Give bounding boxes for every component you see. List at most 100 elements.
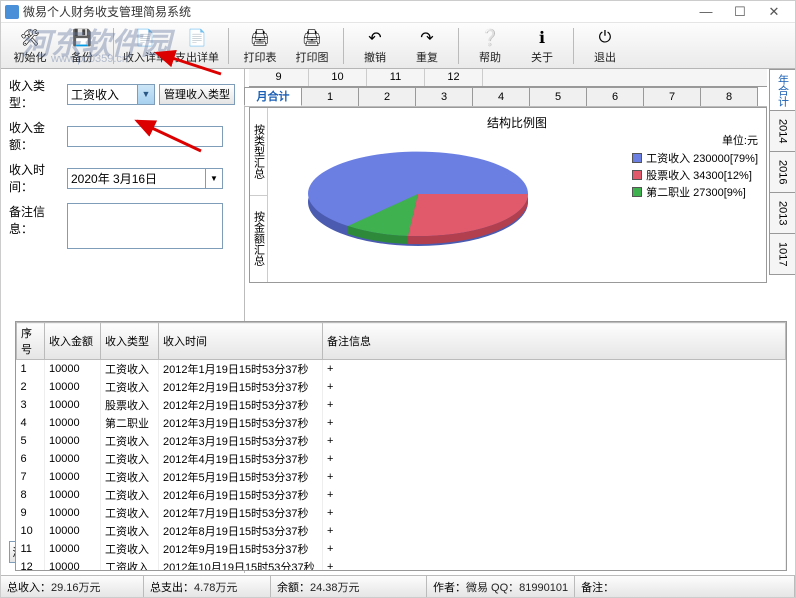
total-expense-value: 4.78万元 [194,579,264,595]
income-type-value: 工资收入 [71,88,119,102]
redo-icon: ↷ [416,28,438,48]
print-table-button[interactable]: 🖨打印表 [235,25,285,67]
help-button[interactable]: ❔帮助 [465,25,515,67]
year-tab-2013[interactable]: 2013 [769,192,795,234]
table-row[interactable]: 110000工资收入2012年1月19日15时53分37秒+ [17,360,786,379]
income-time-label: 收入时间： [9,161,67,195]
balance-label: 余额： [277,579,310,595]
month-tab-2[interactable]: 2 [358,87,416,106]
records-table[interactable]: 序号 收入金额 收入类型 收入时间 备注信息 110000工资收入2012年1月… [15,321,787,571]
separator [343,28,344,64]
chevron-down-icon[interactable]: ▼ [205,169,222,188]
printer-icon: 🖨 [249,28,271,48]
main-toolbar: 🛠初始化 💾备份 📄收入详单 📄支出详单 🖨打印表 🖨打印图 ↶撤销 ↷重复 ❔… [1,23,795,69]
month-tab-7[interactable]: 7 [643,87,701,106]
info-icon: ℹ [531,28,553,48]
col-type[interactable]: 收入类型 [101,323,159,360]
year-tab-2016[interactable]: 2016 [769,151,795,193]
table-row[interactable]: 910000工资收入2012年7月19日15时53分37秒+ [17,504,786,522]
col-time[interactable]: 收入时间 [159,323,323,360]
printer-icon: 🖨 [301,28,323,48]
expense-detail-button[interactable]: 📄支出详单 [172,25,222,67]
memo-label: 备注信息： [9,203,67,237]
income-time-picker[interactable]: 2020年 3月16日 ▼ [67,168,223,189]
table-row[interactable]: 610000工资收入2012年4月19日15时53分37秒+ [17,450,786,468]
month-tab-8[interactable]: 8 [700,87,758,106]
chart-area: 按类型汇总 按金额汇总 结构比例图 单位:元 [249,107,767,283]
table-row[interactable]: 1210000工资收入2012年10月19日15时53分37秒+ [17,558,786,571]
pie-chart [298,144,538,264]
close-button[interactable]: ✕ [757,2,791,22]
col-amount[interactable]: 收入金额 [45,323,101,360]
table-row[interactable]: 1110000工资收入2012年9月19日15时53分37秒+ [17,540,786,558]
backup-button[interactable]: 💾备份 [57,25,107,67]
author-label: 作者： [433,579,466,595]
month-tab-1[interactable]: 1 [301,87,359,106]
tab-year-total[interactable]: 年合计 [769,69,795,111]
maximize-button[interactable]: ☐ [723,2,757,22]
legend-item: 工资收入 230000[79%] [632,150,758,166]
balance-value: 24.38万元 [310,579,420,595]
table-row[interactable]: 310000股票收入2012年2月19日15时53分37秒+ [17,396,786,414]
separator [458,28,459,64]
legend-item: 股票收入 34300[12%] [632,167,758,183]
table-row[interactable]: 210000工资收入2012年2月19日15时53分37秒+ [17,378,786,396]
chart-legend: 单位:元 工资收入 230000[79%]股票收入 34300[12%]第二职业… [632,132,758,201]
total-expense-label: 总支出： [150,579,194,595]
month-tab-9[interactable]: 9 [249,69,309,86]
list-in-icon: 📄 [134,28,156,48]
title-bar: 微易个人财务收支管理简易系统 — ☐ ✕ [1,1,795,23]
memo-textarea[interactable] [67,203,223,249]
col-no[interactable]: 序号 [17,323,45,360]
redo-button[interactable]: ↷重复 [402,25,452,67]
month-tab-6[interactable]: 6 [586,87,644,106]
table-row[interactable]: 810000工资收入2012年6月19日15时53分37秒+ [17,486,786,504]
remark-label: 备注： [581,579,614,595]
chart-mode-amount[interactable]: 按金额汇总 [250,195,268,283]
table-row[interactable]: 410000第二职业2012年3月19日15时53分37秒+ [17,414,786,432]
month-tab-11[interactable]: 11 [367,69,425,86]
separator [113,28,114,64]
chart-mode-type[interactable]: 按类型汇总 [250,108,268,195]
month-tab-4[interactable]: 4 [472,87,530,106]
print-chart-button[interactable]: 🖨打印图 [287,25,337,67]
month-tabs-top: 9 10 11 12 [249,69,767,87]
table-row[interactable]: 510000工资收入2012年3月19日15时53分37秒+ [17,432,786,450]
year-tab-2014[interactable]: 2014 [769,110,795,152]
income-type-select[interactable]: 工资收入 ▼ [67,84,155,105]
income-amount-label: 收入金额： [9,119,67,153]
app-icon [5,5,19,19]
separator [228,28,229,64]
undo-icon: ↶ [364,28,386,48]
income-time-value: 2020年 3月16日 [71,172,157,186]
exit-icon: ⏻ [594,28,616,48]
year-tabs: 年合计 2014 2016 2013 1017 [769,69,795,274]
status-bar: 总收入：29.16万元 总支出：4.78万元 余额：24.38万元 作者：微易 … [1,575,795,597]
undo-button[interactable]: ↶撤销 [350,25,400,67]
exit-button[interactable]: ⏻退出 [580,25,630,67]
tab-month-total[interactable]: 月合计 [244,87,302,106]
month-tab-12[interactable]: 12 [425,69,483,86]
save-icon: 💾 [71,28,93,48]
month-tab-3[interactable]: 3 [415,87,473,106]
month-tab-5[interactable]: 5 [529,87,587,106]
month-tab-10[interactable]: 10 [309,69,367,86]
init-button[interactable]: 🛠初始化 [5,25,55,67]
total-income-label: 总收入： [7,579,51,595]
minimize-button[interactable]: — [689,2,723,22]
income-detail-button[interactable]: 📄收入详单 [120,25,170,67]
help-icon: ❔ [479,28,501,48]
table-row[interactable]: 710000工资收入2012年5月19日15时53分37秒+ [17,468,786,486]
income-amount-input[interactable] [67,126,223,147]
legend-item: 第二职业 27300[9%] [632,184,758,200]
chart-title: 结构比例图 [272,114,762,131]
total-income-value: 29.16万元 [51,579,137,595]
legend-unit: 单位:元 [632,132,758,148]
year-tab-1017[interactable]: 1017 [769,233,795,275]
col-memo[interactable]: 备注信息 [323,323,786,360]
list-out-icon: 📄 [186,28,208,48]
chevron-down-icon[interactable]: ▼ [137,85,154,104]
about-button[interactable]: ℹ关于 [517,25,567,67]
manage-type-button[interactable]: 管理收入类型 [159,84,235,105]
table-row[interactable]: 1010000工资收入2012年8月19日15时53分37秒+ [17,522,786,540]
